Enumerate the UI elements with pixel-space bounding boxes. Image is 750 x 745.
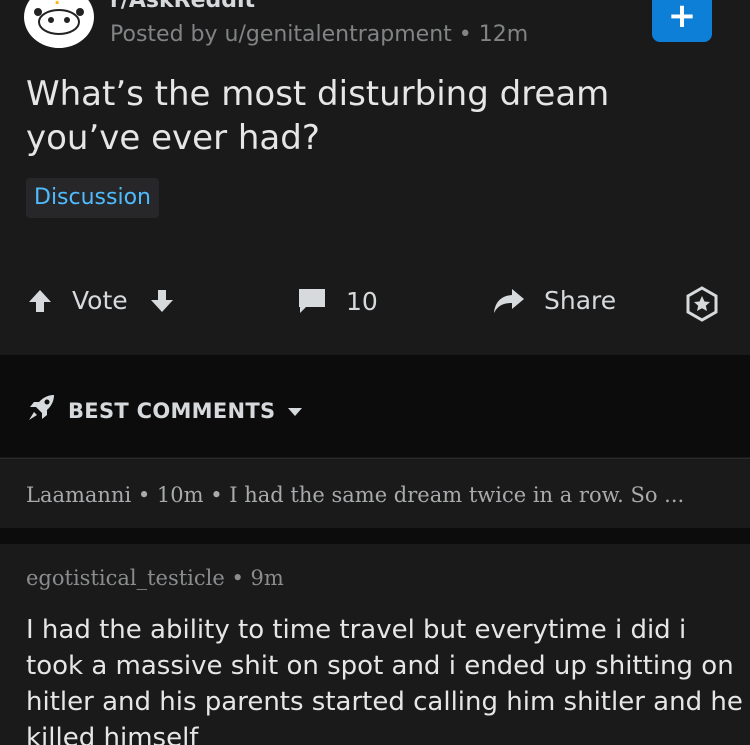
post-flair[interactable]: Discussion bbox=[26, 178, 159, 218]
subreddit-avatar[interactable]: ? bbox=[24, 0, 94, 48]
downvote-icon[interactable] bbox=[148, 287, 176, 315]
collapsed-comment[interactable]: Laamanni • 10m • I had the same dream tw… bbox=[0, 458, 750, 528]
sort-label: BEST COMMENTS bbox=[68, 398, 276, 423]
svg-text:?: ? bbox=[53, 0, 62, 8]
join-button[interactable]: + bbox=[652, 0, 712, 42]
comment-icon bbox=[296, 286, 328, 316]
collapsed-comment-text: Laamanni • 10m • I had the same dream tw… bbox=[26, 483, 685, 507]
sort-bar: BEST COMMENTS bbox=[0, 355, 750, 457]
rocket-icon bbox=[26, 393, 58, 428]
share-icon bbox=[492, 287, 526, 315]
comment-meta[interactable]: egotistical_testicle • 9m bbox=[26, 566, 284, 590]
comment-body: I had the ability to time travel but eve… bbox=[26, 615, 743, 745]
award-button[interactable] bbox=[684, 286, 720, 322]
vote-label: Vote bbox=[72, 286, 128, 315]
comments-button[interactable]: 10 bbox=[296, 286, 378, 316]
sort-dropdown[interactable]: BEST COMMENTS bbox=[26, 393, 303, 428]
share-button[interactable]: Share bbox=[492, 286, 616, 315]
post-card: ? r/AskReddit Posted by u/genitalentrapm… bbox=[0, 0, 750, 355]
comment-count: 10 bbox=[346, 286, 378, 316]
vote-group: Vote bbox=[26, 286, 176, 315]
chevron-down-icon bbox=[287, 399, 303, 423]
comment: egotistical_testicle • 9m I had the abil… bbox=[0, 544, 750, 745]
post-meta[interactable]: Posted by u/genitalentrapment • 12m bbox=[110, 22, 528, 47]
comment-divider bbox=[0, 528, 750, 544]
award-icon bbox=[684, 286, 720, 322]
share-label: Share bbox=[544, 286, 617, 315]
post-title[interactable]: What’s the most disturbing dream you’ve … bbox=[26, 72, 716, 160]
action-bar: Vote 10 Share bbox=[0, 278, 750, 334]
subreddit-name[interactable]: r/AskReddit bbox=[110, 0, 255, 13]
upvote-icon[interactable] bbox=[26, 287, 54, 315]
